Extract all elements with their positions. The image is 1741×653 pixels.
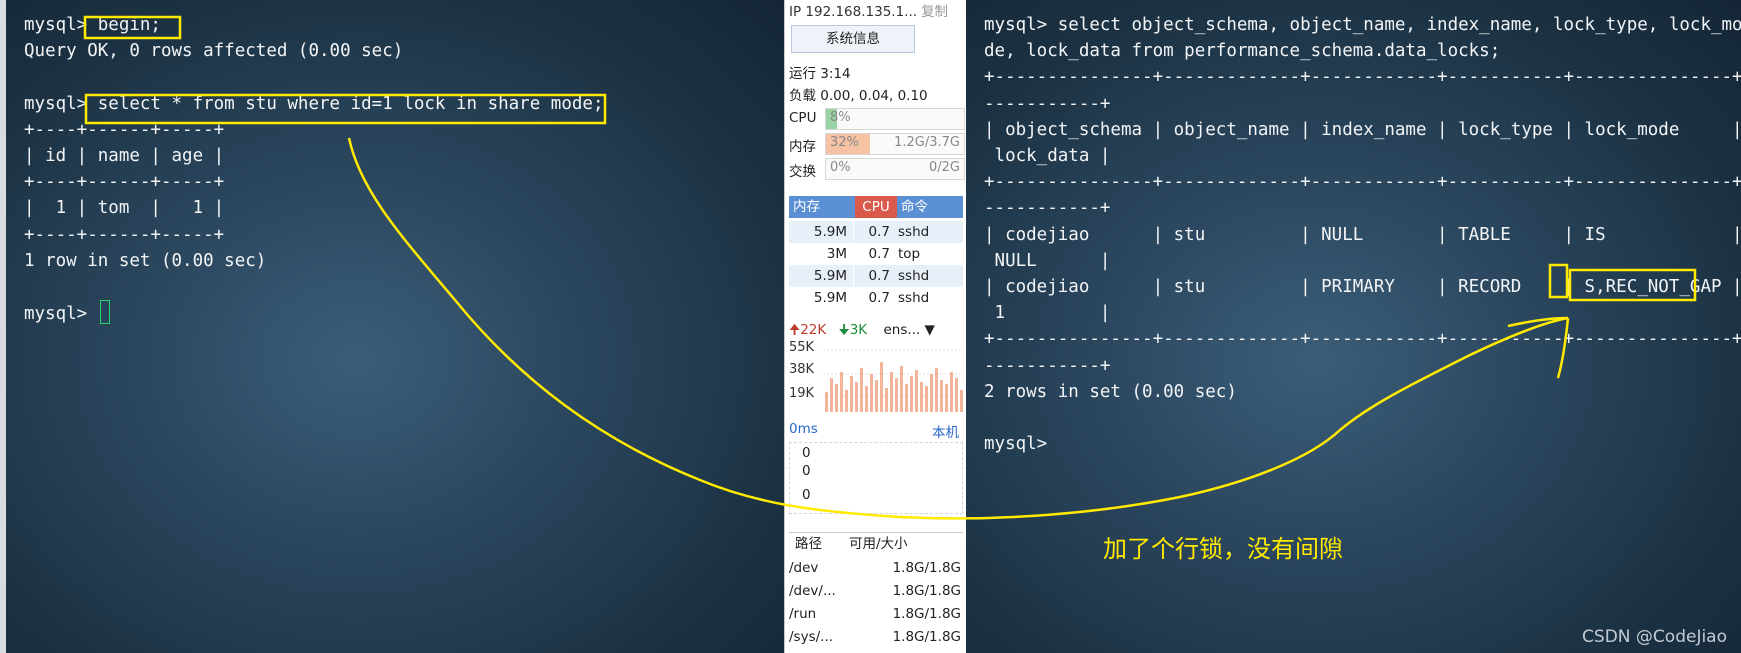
annotation-overlay: [83, 15, 1697, 520]
watermark: CSDN @CodeJiao: [1582, 627, 1727, 647]
highlight-begin-box: [83, 15, 182, 40]
highlight-select-box: [84, 93, 607, 125]
annotation-text: 加了个行锁，没有间隙: [1103, 535, 1343, 563]
annotation-arrow: [347, 137, 1569, 520]
highlight-rec-not-gap-box: [1568, 268, 1697, 302]
highlight-s-box: [1548, 263, 1569, 299]
arrow-head-top: [1507, 316, 1569, 328]
arrow-head-bottom: [1556, 317, 1570, 379]
